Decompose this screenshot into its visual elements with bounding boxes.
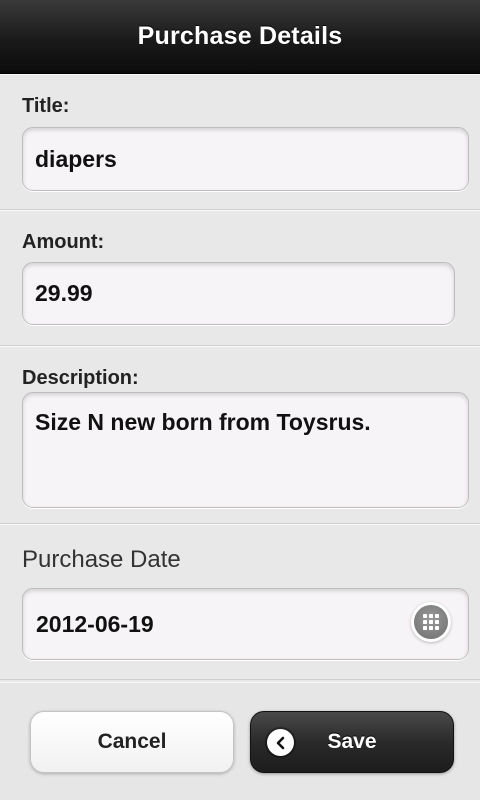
purchase-date-value: 2012-06-19 bbox=[36, 610, 154, 637]
calendar-grid-icon bbox=[423, 614, 439, 630]
purchase-details-screen: Purchase Details Title: diapers Amount: … bbox=[0, 0, 480, 800]
purchase-date-label: Purchase Date bbox=[22, 546, 181, 573]
amount-input[interactable]: 29.99 bbox=[22, 262, 455, 325]
page-title: Purchase Details bbox=[137, 22, 343, 50]
title-input[interactable]: diapers bbox=[22, 127, 469, 191]
title-field-section: Title: diapers bbox=[0, 74, 480, 210]
calendar-picker-button[interactable] bbox=[414, 605, 448, 639]
description-textarea[interactable]: Size N new born from Toysrus. bbox=[22, 392, 469, 508]
title-label: Title: bbox=[22, 95, 70, 117]
description-label: Description: bbox=[22, 367, 139, 389]
button-bar: Cancel Save bbox=[0, 682, 480, 800]
amount-label: Amount: bbox=[22, 231, 105, 253]
amount-field-section: Amount: 29.99 bbox=[0, 210, 480, 346]
save-button-label: Save bbox=[327, 730, 377, 753]
purchase-date-field-section: Purchase Date 2012-06-19 bbox=[0, 524, 480, 680]
description-field-section: Description: Size N new born from Toysru… bbox=[0, 346, 480, 524]
cancel-button[interactable]: Cancel bbox=[30, 711, 234, 773]
chevron-left-icon bbox=[267, 729, 294, 756]
cancel-button-label: Cancel bbox=[97, 730, 167, 753]
header-bar: Purchase Details bbox=[0, 0, 480, 74]
save-button[interactable]: Save bbox=[250, 711, 454, 773]
purchase-date-input[interactable]: 2012-06-19 bbox=[22, 588, 469, 660]
